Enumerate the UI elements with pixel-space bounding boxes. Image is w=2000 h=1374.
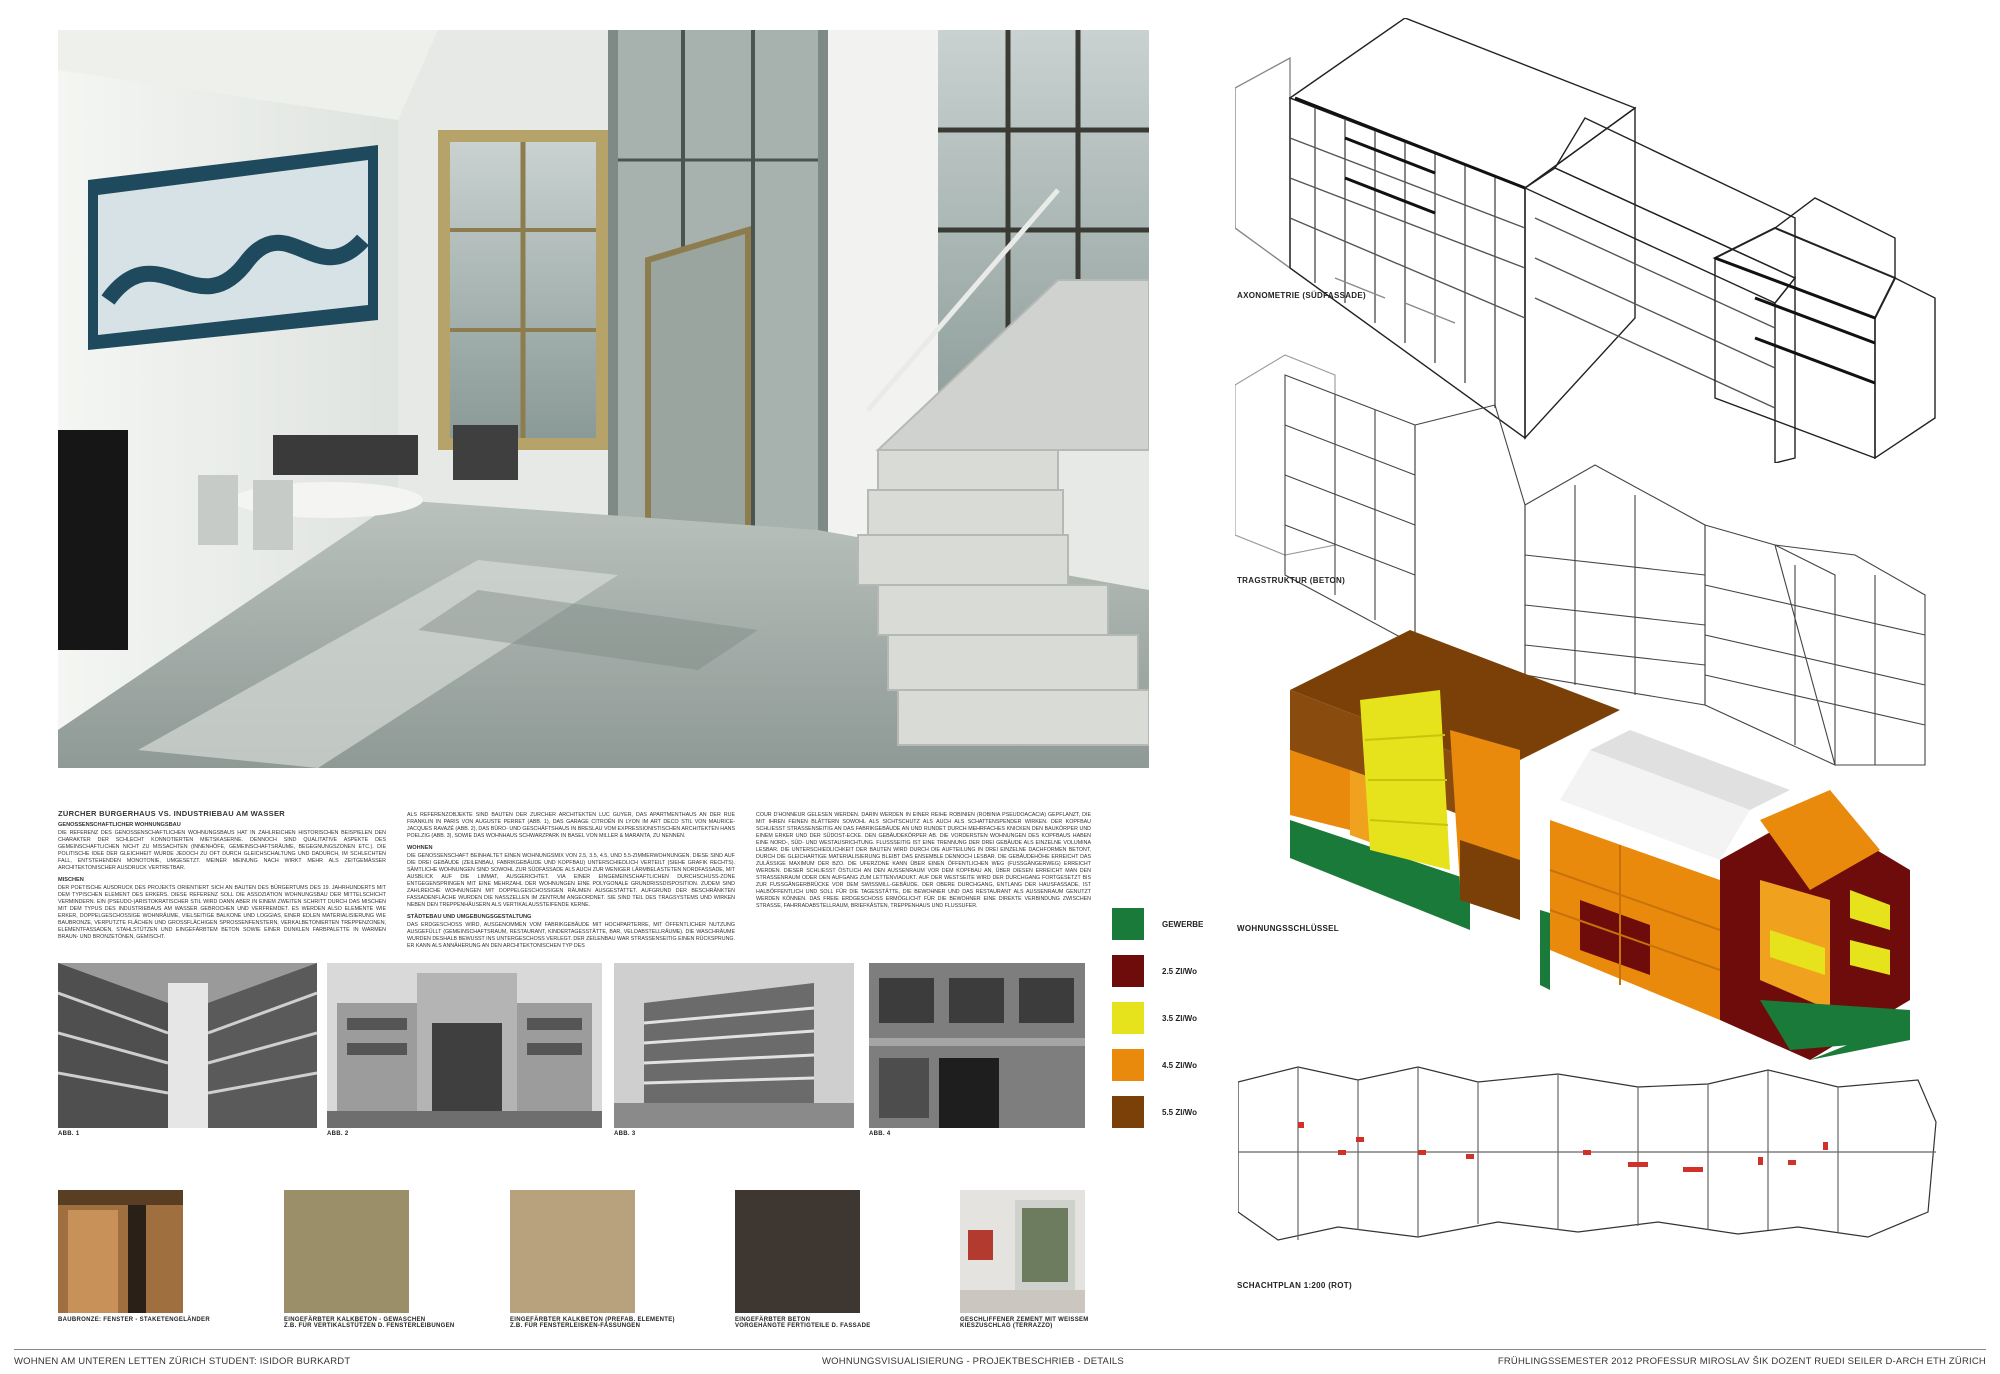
section-heading: WOHNEN <box>407 845 433 851</box>
section-body: DIE REFERENZ DES GENOSSENSCHAFTLICHEN WO… <box>58 830 386 871</box>
section-heading: STÄDTEBAU UND UMGEBUNGSGESTALTUNG <box>407 914 532 920</box>
material-caption-5: GESCHLIFFENER ZEMENT MIT WEISSEM KIESZUSC… <box>960 1317 1089 1329</box>
legend-label: 3.5 ZI/Wo <box>1162 1014 1197 1023</box>
section-body: DER POETISCHE AUSDRUCK DES PROJEKTS ORIE… <box>58 885 386 940</box>
footer-right: FRÜHLINGSSEMESTER 2012 PROFESSUR MIROSLA… <box>1497 1356 1986 1367</box>
material-caption-3: EINGEFÄRBTER KALKBETON (PREFAB. ELEMENTE… <box>510 1317 675 1329</box>
text-column-3: COUR D'HONNEUR GELESEN WERDEN. DARIN WER… <box>756 812 1091 952</box>
axonometry-label: AXONOMETRIE (SÜDFASSADE) <box>1237 291 1366 300</box>
section-body: ALS REFERENZOBJEKTE SIND BAUTEN DER ZÜRC… <box>407 812 735 839</box>
footer-rule <box>14 1349 1986 1350</box>
apartment-key-diagram <box>1290 630 1910 1060</box>
reference-caption-1: ABB. 1 <box>58 1131 80 1137</box>
section-body: DIE GENOSSENSCHAFT BEINHALTET EINEN WOHN… <box>407 853 735 908</box>
legend-label: 2.5 ZI/Wo <box>1162 967 1197 976</box>
text-column-2: ALS REFERENZOBJEKTE SIND BAUTEN DER ZÜRC… <box>407 812 735 952</box>
reference-image-3 <box>614 963 854 1128</box>
legend-label: 4.5 ZI/Wo <box>1162 1061 1197 1070</box>
section-heading: MISCHEN <box>58 877 84 883</box>
material-swatch-2 <box>284 1190 409 1313</box>
reference-image-2 <box>327 963 602 1128</box>
legend-label: 5.5 ZI/Wo <box>1162 1108 1197 1117</box>
section-body: COUR D'HONNEUR GELESEN WERDEN. DARIN WER… <box>756 812 1091 909</box>
text-column-1: ZÜRCHER BÜRGERHAUS VS. INDUSTRIEBAU AM W… <box>58 810 386 950</box>
material-caption-4: EINGEFÄRBTER BETON VORGEHÄNGTE FERTIGTEIL… <box>735 1317 871 1329</box>
main-title: ZÜRCHER BÜRGERHAUS VS. INDUSTRIEBAU AM W… <box>58 810 285 818</box>
legend-swatch <box>1112 908 1144 940</box>
legend-swatch <box>1112 1096 1144 1128</box>
footer-left: WOHNEN AM UNTEREN LETTEN ZÜRICH STUDENT:… <box>14 1356 351 1367</box>
material-swatch-3 <box>510 1190 635 1313</box>
reference-caption-4: ABB. 4 <box>869 1131 891 1137</box>
shaft-plan-drawing <box>1238 1062 1938 1242</box>
apartment-key-label: WOHNUNGSSCHLÜSSEL <box>1237 924 1339 933</box>
legend-swatch <box>1112 1049 1144 1081</box>
reference-image-1 <box>58 963 317 1128</box>
material-caption-2: EINGEFÄRBTER KALKBETON - GEWASCHEN Z.B. F… <box>284 1317 455 1329</box>
material-caption-1: BAUBRONZE: FENSTER - STAKETENGELÄNDER <box>58 1317 210 1323</box>
reference-caption-3: ABB. 3 <box>614 1131 636 1137</box>
material-swatch-1 <box>58 1190 183 1313</box>
shaft-plan-label: SCHACHTPLAN 1:200 (ROT) <box>1237 1281 1352 1290</box>
legend-label: GEWERBE <box>1162 920 1204 929</box>
section-heading: GENOSSENSCHAFTLICHER WOHNUNGSBAU <box>58 822 181 828</box>
material-swatch-4 <box>735 1190 860 1313</box>
material-swatch-5 <box>960 1190 1085 1313</box>
reference-image-4 <box>869 963 1085 1128</box>
section-body: DAS ERDGESCHOSS WIRD, AUSGENOMMEN VOM FA… <box>407 922 735 949</box>
interior-visualization <box>58 30 1149 768</box>
footer-center: WOHNUNGSVISUALISIERUNG - PROJEKTBESCHRIE… <box>822 1356 1124 1367</box>
legend-swatch <box>1112 955 1144 987</box>
reference-caption-2: ABB. 2 <box>327 1131 349 1137</box>
legend-swatch <box>1112 1002 1144 1034</box>
structure-label: TRAGSTRUKTUR (BETON) <box>1237 576 1346 585</box>
